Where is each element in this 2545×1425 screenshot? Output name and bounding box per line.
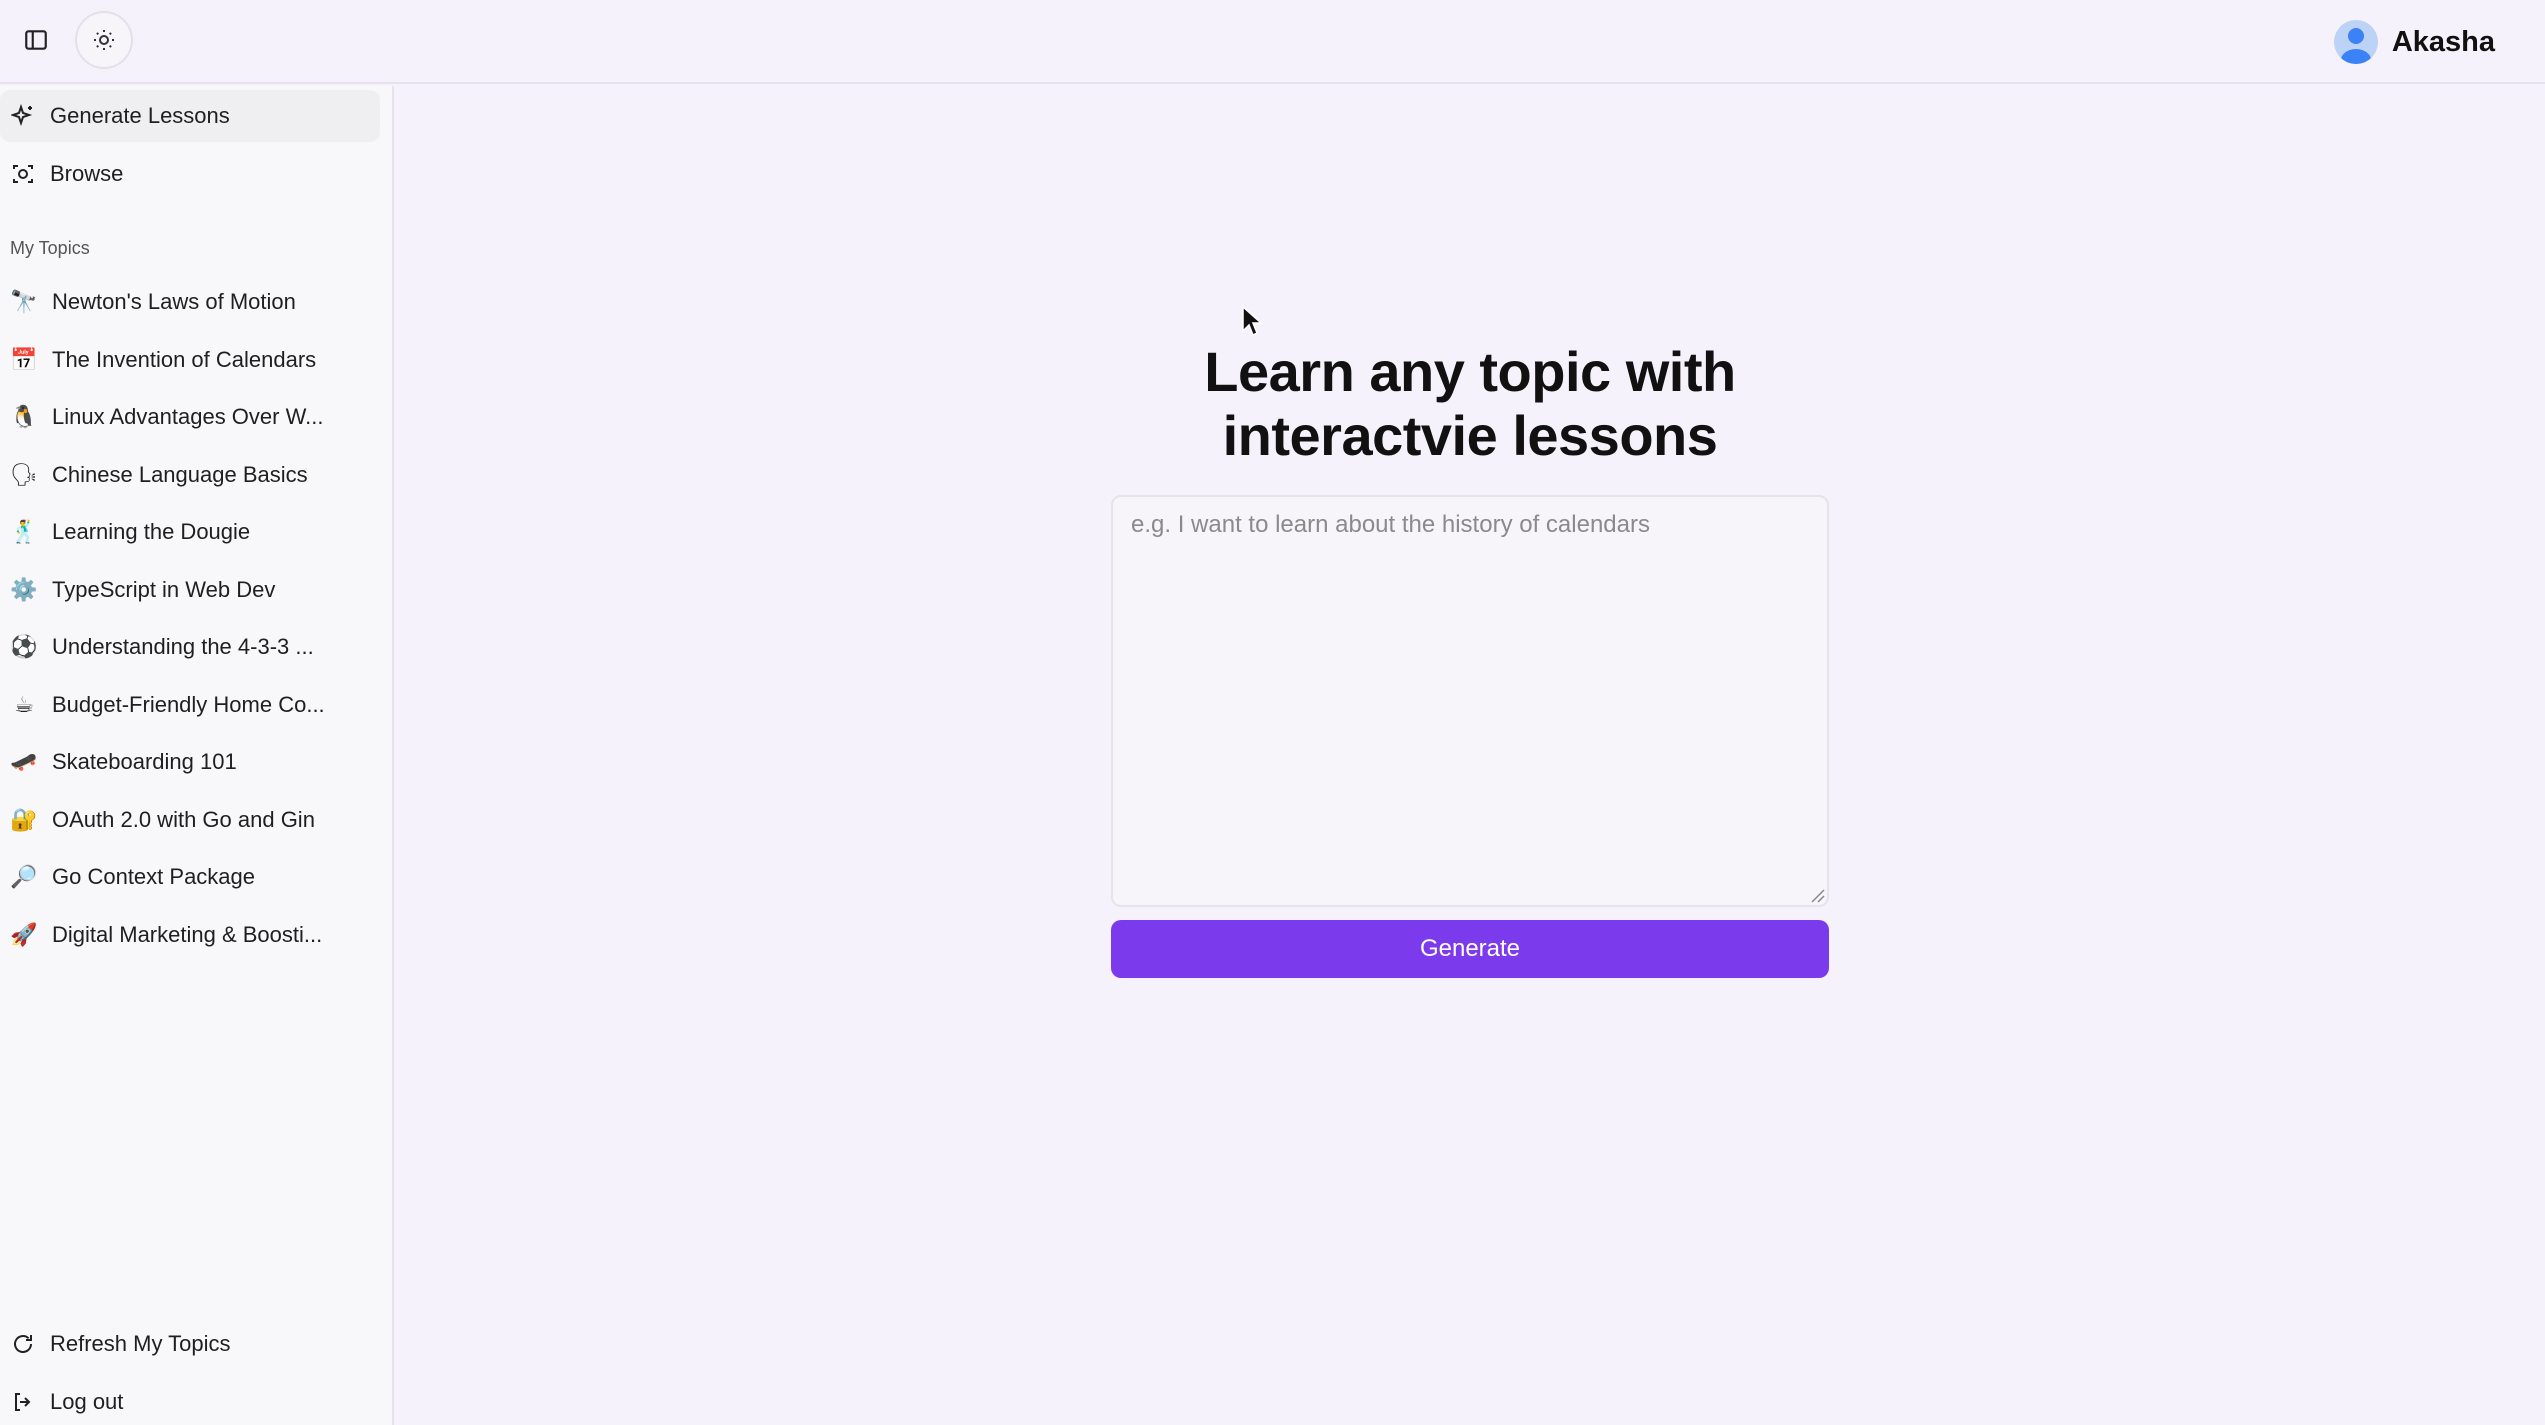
user-menu[interactable]: Akasha (2333, 17, 2495, 67)
calendar-icon: 📅 (10, 347, 38, 373)
telescope-icon: 🔭 (10, 289, 38, 315)
title-line-2: interactvie lessons (1222, 404, 1718, 467)
nav-generate-lessons[interactable]: Generate Lessons (0, 90, 380, 142)
topic-item[interactable]: 🚀 Digital Marketing & Boosti... (0, 909, 380, 961)
topic-label: Learning the Dougie (52, 519, 251, 544)
nav-browse[interactable]: Browse (0, 148, 380, 200)
generate-button[interactable]: Generate (1111, 920, 1829, 978)
browse-icon (10, 161, 36, 187)
topic-item[interactable]: 🔎 Go Context Package (0, 851, 380, 903)
user-name: Akasha (2391, 25, 2495, 58)
refresh-topics-button[interactable]: Refresh My Topics (0, 1318, 380, 1370)
topic-label: Go Context Package (52, 864, 256, 889)
speaking-head-icon: 🗣 (10, 462, 38, 488)
topic-label: Newton's Laws of Motion (52, 289, 296, 314)
dancer-icon: 🕺 (10, 519, 38, 545)
theme-toggle-button[interactable] (75, 11, 133, 69)
topic-label: TypeScript in Web Dev (52, 577, 276, 602)
coffee-icon: ☕ (14, 692, 34, 718)
refresh-icon (10, 1331, 36, 1357)
nav-label: Generate Lessons (50, 103, 230, 128)
topic-label: Digital Marketing & Boosti... (52, 922, 323, 947)
sparkles-icon (10, 103, 36, 129)
skateboard-icon: 🛹 (10, 749, 38, 775)
topic-item[interactable]: ⚙️ TypeScript in Web Dev (0, 564, 380, 616)
topic-label: Chinese Language Basics (52, 462, 308, 487)
topic-label: Budget-Friendly Home Co... (52, 692, 325, 717)
gear-icon: ⚙️ (10, 577, 38, 603)
penguin-icon: 🐧 (10, 404, 38, 430)
topic-prompt-input[interactable] (1111, 495, 1829, 907)
title-line-1: Learn any topic with (1204, 340, 1736, 403)
mouse-cursor-icon (1242, 305, 1263, 337)
topic-item[interactable]: 🕺 Learning the Dougie (0, 506, 380, 558)
topic-item[interactable]: 🔭 Newton's Laws of Motion (0, 276, 380, 328)
sidebar-toggle-button[interactable] (18, 22, 54, 58)
sun-icon (94, 30, 114, 50)
my-topics-heading: My Topics (10, 238, 90, 258)
topic-item[interactable]: ☕ Budget-Friendly Home Co... (0, 679, 380, 731)
avatar (2333, 20, 2378, 64)
sidebar: Generate Lessons Browse My Topics 🔭 Newt… (0, 86, 394, 1425)
topic-label: The Invention of Calendars (52, 347, 317, 372)
nav-label: Log out (50, 1389, 124, 1414)
topic-item[interactable]: 🐧 Linux Advantages Over W... (0, 391, 380, 443)
topic-item[interactable]: ⚽ Understanding the 4-3-3 ... (0, 621, 380, 673)
top-bar: Akasha (0, 0, 2545, 84)
topic-item[interactable]: 🗣 Chinese Language Basics (0, 449, 380, 501)
soccer-ball-icon: ⚽ (10, 634, 38, 660)
rocket-icon: 🚀 (10, 922, 38, 948)
sidebar-toggle-icon (25, 30, 47, 50)
resize-grip-icon[interactable] (1808, 886, 1826, 904)
topic-item[interactable]: 📅 The Invention of Calendars (0, 334, 380, 386)
page-title: Learn any topic with interactvie lessons (1110, 340, 1830, 468)
magnifier-icon: 🔎 (10, 864, 38, 890)
topic-label: Skateboarding 101 (52, 749, 237, 774)
nav-label: Browse (50, 161, 124, 186)
topic-item[interactable]: 🛹 Skateboarding 101 (0, 736, 380, 788)
lock-key-icon: 🔐 (10, 807, 38, 833)
topic-item[interactable]: 🔐 OAuth 2.0 with Go and Gin (0, 794, 380, 846)
nav-label: Refresh My Topics (50, 1331, 231, 1356)
topic-label: Linux Advantages Over W... (52, 404, 324, 429)
topic-label: Understanding the 4-3-3 ... (52, 634, 314, 659)
topic-label: OAuth 2.0 with Go and Gin (52, 807, 315, 832)
logout-icon (10, 1389, 36, 1415)
logout-button[interactable]: Log out (0, 1376, 380, 1425)
